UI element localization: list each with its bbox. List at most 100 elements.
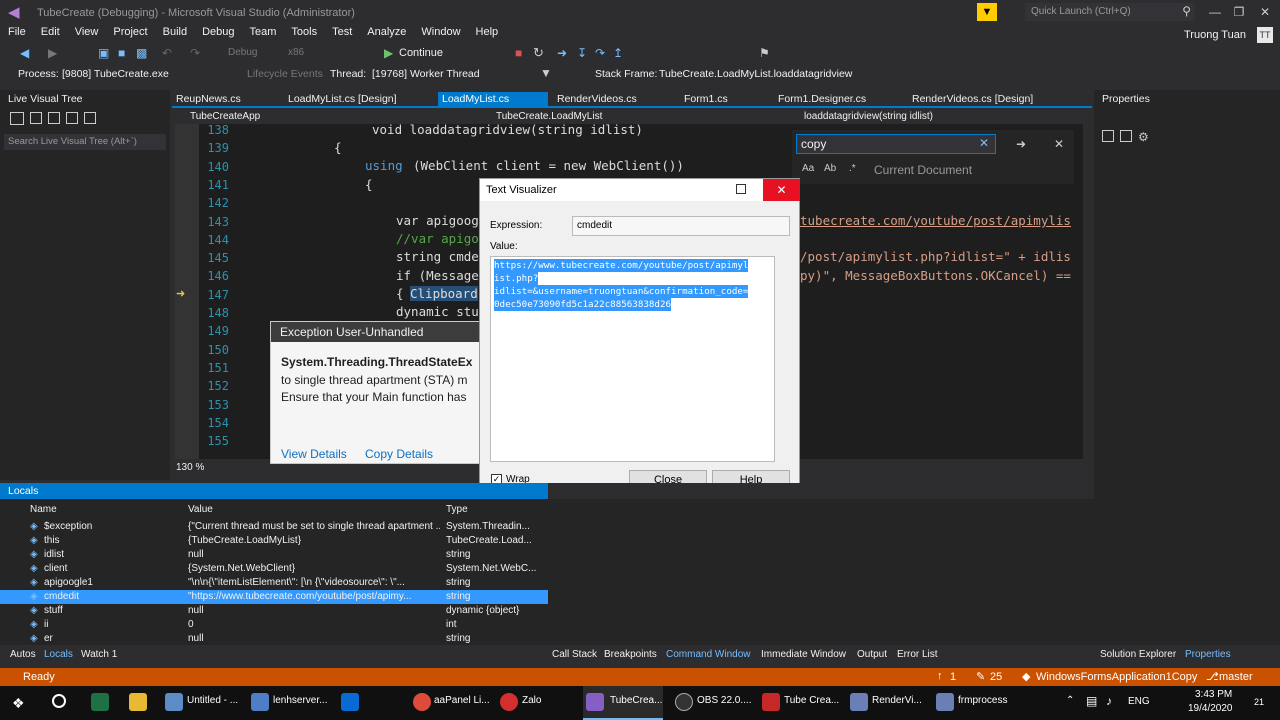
zoom-level[interactable]: 130 % bbox=[176, 462, 204, 473]
whole-word-icon[interactable]: Ab bbox=[824, 163, 836, 174]
visual-studio-icon[interactable] bbox=[586, 693, 604, 711]
menu-edit[interactable]: Edit bbox=[41, 26, 60, 38]
menu-view[interactable]: View bbox=[75, 26, 99, 38]
redo-icon[interactable]: ↷ bbox=[190, 46, 200, 60]
member-dropdown[interactable]: loaddatagridview(string idlist) bbox=[804, 111, 933, 122]
status-project[interactable]: WindowsFormsApplication1Copy bbox=[1036, 671, 1197, 683]
thread-select[interactable]: [19768] Worker Thread bbox=[372, 68, 480, 80]
dialog-maximize-button[interactable] bbox=[736, 184, 746, 194]
windows-start-icon[interactable]: ❖ bbox=[12, 695, 25, 712]
status-unpushed[interactable]: 1 bbox=[950, 671, 956, 683]
volume-icon[interactable]: ♪ bbox=[1106, 694, 1112, 708]
bookmark-icon[interactable]: ⚑ bbox=[759, 46, 770, 60]
user-name[interactable]: Truong Tuan bbox=[1184, 29, 1246, 41]
process-select[interactable]: [9808] TubeCreate.exe bbox=[62, 68, 169, 80]
find-next-icon[interactable]: ➜ bbox=[1016, 137, 1026, 151]
adorner-icon[interactable] bbox=[48, 112, 60, 124]
locals-row[interactable]: cmdedit "https://www.tubecreate.com/youtu… bbox=[0, 590, 548, 604]
forward-icon[interactable]: ▶ bbox=[48, 46, 57, 60]
save-icon[interactable]: ■ bbox=[118, 46, 125, 60]
rendervideos-icon[interactable] bbox=[850, 693, 868, 711]
categorized-icon[interactable] bbox=[1102, 130, 1114, 142]
step-into-icon[interactable]: ↧ bbox=[577, 46, 587, 60]
lenhserver-icon[interactable] bbox=[251, 693, 269, 711]
stop-icon[interactable]: ■ bbox=[515, 46, 522, 60]
excel-icon[interactable] bbox=[91, 693, 109, 711]
tab-breakpoints[interactable]: Breakpoints bbox=[604, 649, 657, 660]
undo-icon[interactable]: ↶ bbox=[162, 46, 172, 60]
menu-build[interactable]: Build bbox=[163, 26, 187, 38]
taskbar-aapanel[interactable]: aaPanel Li... bbox=[434, 695, 490, 706]
save-all-icon[interactable]: ▩ bbox=[136, 46, 147, 60]
taskbar-obs[interactable]: OBS 22.0.... bbox=[697, 695, 751, 706]
tab-immediate-window[interactable]: Immediate Window bbox=[761, 649, 846, 660]
close-find-icon[interactable]: ✕ bbox=[1054, 137, 1064, 151]
avatar[interactable]: TT bbox=[1257, 27, 1273, 43]
frmprocess-icon[interactable] bbox=[936, 693, 954, 711]
regex-icon[interactable]: .* bbox=[849, 163, 856, 174]
tab-loadmylist-design[interactable]: LoadMyList.cs [Design] bbox=[284, 92, 401, 108]
locals-row[interactable]: stuff null dynamic {object} ◈ bbox=[0, 604, 548, 618]
value-textarea[interactable]: https://www.tubecreate.com/youtube/post/… bbox=[490, 256, 775, 462]
layout-icon[interactable] bbox=[84, 112, 96, 124]
menu-tools[interactable]: Tools bbox=[291, 26, 317, 38]
find-input[interactable]: copy ✕ bbox=[796, 134, 996, 154]
tab-form1[interactable]: Form1.cs bbox=[680, 92, 732, 108]
locals-row[interactable]: er null string ◈ bbox=[0, 632, 548, 646]
tab-autos[interactable]: Autos bbox=[10, 649, 36, 660]
network-icon[interactable]: ▤ bbox=[1086, 694, 1097, 708]
tab-loadmylist[interactable]: LoadMyList.cs bbox=[438, 92, 548, 108]
restart-icon[interactable]: ↻ bbox=[533, 45, 544, 61]
locals-row[interactable]: idlist null string ◈ bbox=[0, 548, 548, 562]
taskbar-tubecreate-app[interactable]: Tube Crea... bbox=[784, 695, 839, 706]
find-scope-dropdown[interactable]: Current Document bbox=[874, 163, 972, 177]
quick-launch-input[interactable]: Quick Launch (Ctrl+Q) ⚲ bbox=[1025, 3, 1195, 21]
status-edits[interactable]: 25 bbox=[990, 671, 1002, 683]
view-details-link[interactable]: View Details bbox=[281, 447, 347, 461]
notepad-icon[interactable] bbox=[165, 693, 183, 711]
language-indicator[interactable]: ENG bbox=[1128, 696, 1150, 707]
lifecycle-select[interactable]: Lifecycle Events bbox=[247, 68, 323, 80]
tab-command-window[interactable]: Command Window bbox=[666, 649, 750, 660]
menu-help[interactable]: Help bbox=[476, 26, 499, 38]
track-focus-icon[interactable] bbox=[66, 112, 78, 124]
notification-badge[interactable]: 21 bbox=[1254, 697, 1264, 707]
taskbar-rendervideos[interactable]: RenderVi... bbox=[872, 695, 922, 706]
locals-col-value[interactable]: Value bbox=[188, 504, 213, 515]
class-dropdown[interactable]: TubeCreate.LoadMyList bbox=[496, 111, 602, 122]
menu-team[interactable]: Team bbox=[250, 26, 277, 38]
obs-icon[interactable] bbox=[675, 693, 693, 711]
minimize-button[interactable]: — bbox=[1204, 3, 1226, 21]
taskbar-frmprocess[interactable]: frmprocess bbox=[958, 695, 1007, 706]
live-tree-search-input[interactable]: Search Live Visual Tree (Alt+`) bbox=[4, 134, 166, 150]
config-select[interactable]: Debug bbox=[228, 47, 257, 58]
maximize-button[interactable]: ❐ bbox=[1228, 3, 1250, 21]
taskbar-zalo[interactable]: Zalo bbox=[522, 695, 541, 706]
edge-icon[interactable] bbox=[341, 693, 359, 711]
menu-project[interactable]: Project bbox=[113, 26, 147, 38]
copy-details-link[interactable]: Copy Details bbox=[365, 447, 433, 461]
step-out-icon[interactable]: ↥ bbox=[613, 46, 623, 60]
locals-col-name[interactable]: Name bbox=[30, 504, 57, 515]
tab-watch1[interactable]: Watch 1 bbox=[81, 649, 117, 660]
locals-row[interactable]: client {System.Net.WebClient} System.Net.W… bbox=[0, 562, 548, 576]
menu-debug[interactable]: Debug bbox=[202, 26, 234, 38]
property-pages-icon[interactable]: ⚙ bbox=[1138, 130, 1149, 144]
step-icon[interactable]: ➜ bbox=[557, 46, 567, 60]
tab-error-list[interactable]: Error List bbox=[897, 649, 938, 660]
cortana-icon[interactable] bbox=[52, 694, 66, 708]
tab-output[interactable]: Output bbox=[857, 649, 887, 660]
taskbar-lenhserver[interactable]: lenhserver... bbox=[273, 695, 327, 706]
dialog-close-button[interactable]: ✕ bbox=[763, 179, 800, 201]
tab-properties[interactable]: Properties bbox=[1185, 649, 1231, 660]
tray-chevron-icon[interactable]: ⌃ bbox=[1066, 695, 1074, 706]
tab-call-stack[interactable]: Call Stack bbox=[552, 649, 597, 660]
clear-find-icon[interactable]: ✕ bbox=[979, 136, 989, 150]
play-icon[interactable]: ▶ bbox=[384, 46, 393, 60]
platform-select[interactable]: x86 bbox=[288, 47, 304, 58]
clock-time[interactable]: 3:43 PM bbox=[1195, 689, 1232, 700]
new-project-icon[interactable]: ▣ bbox=[98, 46, 109, 60]
match-case-icon[interactable]: Aa bbox=[802, 163, 814, 174]
locals-col-type[interactable]: Type bbox=[446, 504, 468, 515]
stack-frame-select[interactable]: TubeCreate.LoadMyList.loaddatagridview bbox=[659, 68, 852, 80]
